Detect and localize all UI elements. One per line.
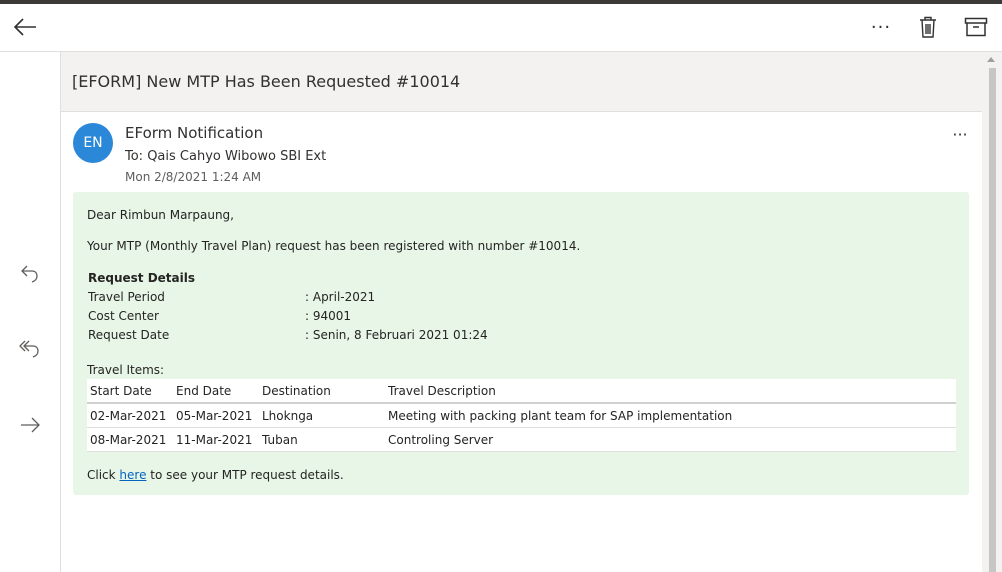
vertical-scrollbar[interactable]: [982, 52, 1002, 572]
detail-value-request-date: : Senin, 8 Februari 2021 01:24: [305, 328, 488, 342]
footer-text: Click here to see your MTP request detai…: [87, 468, 344, 482]
arrow-left-icon: [13, 18, 36, 36]
forward-icon: [21, 417, 40, 433]
detail-label-request-date: Request Date: [88, 328, 170, 342]
sent-date: Mon 2/8/2021 1:24 AM: [125, 170, 262, 184]
subject-bar: [EFORM] New MTP Has Been Requested #1001…: [61, 52, 982, 112]
table-cell: Lhoknga: [259, 403, 385, 428]
details-link[interactable]: here: [119, 468, 146, 482]
sender-avatar[interactable]: EN: [73, 123, 113, 163]
archive-button[interactable]: [959, 10, 993, 44]
table-row: 02-Mar-2021 05-Mar-2021 Lhoknga Meeting …: [87, 403, 956, 428]
detail-value-travel-period: : April-2021: [305, 290, 376, 304]
table-cell: Controling Server: [385, 427, 956, 452]
reading-toolbar: ···: [0, 4, 1002, 52]
travel-items-heading: Travel Items:: [87, 363, 165, 377]
detail-label-cost-center: Cost Center: [88, 309, 159, 323]
table-cell: 05-Mar-2021: [173, 403, 259, 428]
back-button[interactable]: [8, 10, 42, 44]
scroll-up-arrow-icon[interactable]: [987, 57, 995, 62]
forward-button[interactable]: [12, 407, 48, 443]
email-subject: [EFORM] New MTP Has Been Requested #1001…: [72, 72, 461, 91]
email-body: Dear Rimbun Marpaung, Your MTP (Monthly …: [73, 192, 969, 495]
column-header: Start Date: [87, 379, 173, 404]
recipient-line[interactable]: To: Qais Cahyo Wibowo SBI Ext: [125, 149, 326, 164]
sender-name[interactable]: EForm Notification: [125, 124, 263, 142]
quick-actions-rail: [0, 52, 61, 572]
reply-all-icon: [19, 340, 39, 358]
detail-label-travel-period: Travel Period: [88, 290, 165, 304]
scroll-thumb[interactable]: [989, 68, 996, 572]
trash-icon: [920, 16, 936, 38]
detail-value-cost-center: : 94001: [305, 309, 352, 323]
avatar-initials: EN: [83, 135, 103, 151]
travel-items-table: Start Date End Date Destination Travel D…: [87, 379, 956, 452]
column-header: Travel Description: [385, 379, 956, 404]
footer-prefix: Click: [87, 468, 120, 482]
table-row: 08-Mar-2021 11-Mar-2021 Tuban Controling…: [87, 427, 956, 452]
footer-suffix: to see your MTP request details.: [146, 468, 344, 482]
table-cell: 11-Mar-2021: [173, 427, 259, 452]
table-cell: 08-Mar-2021: [87, 427, 173, 452]
request-details-heading: Request Details: [88, 271, 196, 285]
table-cell: 02-Mar-2021: [87, 403, 173, 428]
table-cell: Tuban: [259, 427, 385, 452]
reply-button[interactable]: [12, 256, 48, 292]
table-cell: Meeting with packing plant team for SAP …: [385, 403, 956, 428]
more-actions-button[interactable]: ···: [864, 10, 898, 44]
reply-icon: [21, 265, 38, 283]
table-header-row: Start Date End Date Destination Travel D…: [87, 379, 956, 404]
message-more-button[interactable]: ···: [944, 122, 976, 146]
greeting-text: Dear Rimbun Marpaung,: [87, 208, 234, 222]
column-header: End Date: [173, 379, 259, 404]
column-header: Destination: [259, 379, 385, 404]
delete-button[interactable]: [911, 10, 945, 44]
intro-text: Your MTP (Monthly Travel Plan) request h…: [87, 239, 581, 253]
archive-icon: [964, 17, 988, 37]
reply-all-button[interactable]: [12, 331, 48, 367]
